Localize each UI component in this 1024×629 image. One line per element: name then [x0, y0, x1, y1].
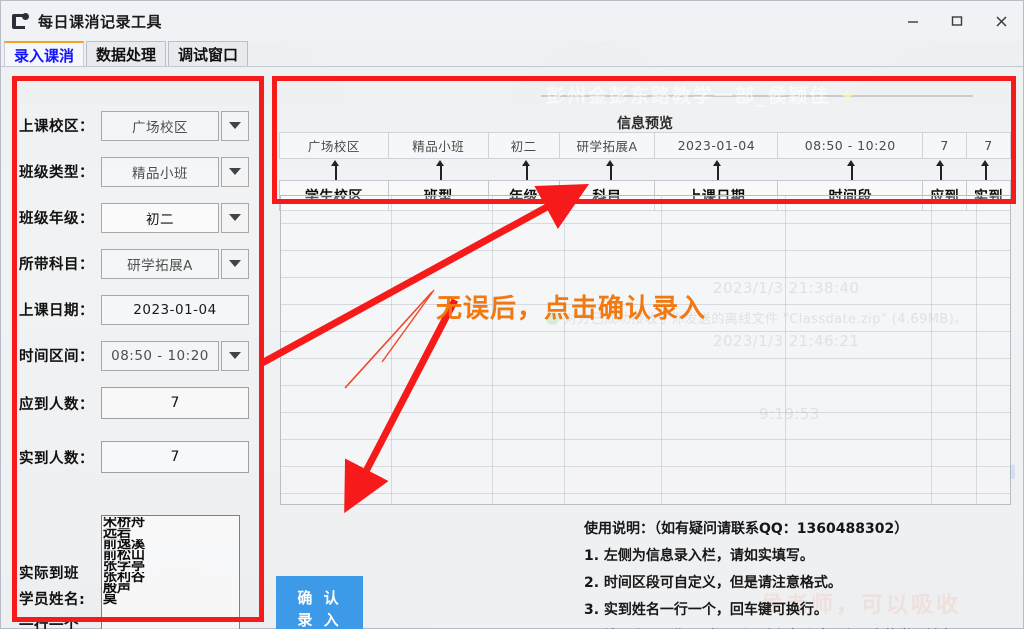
preview-value-row: 广场校区 精品小班 初二 研学拓展A 2023-01-04 08:50 - 10… — [279, 132, 1011, 159]
minimize-icon[interactable] — [891, 1, 935, 41]
close-icon[interactable] — [979, 1, 1023, 41]
data-grid-panel[interactable] — [280, 195, 1011, 505]
chevron-down-icon[interactable] — [221, 202, 249, 233]
label-student-names-line3: 一行一个 — [19, 618, 79, 629]
dropdown-campus[interactable]: 广场校区 — [101, 110, 249, 141]
dropdown-class-type[interactable]: 精品小班 — [101, 156, 249, 187]
label-student-names-line1: 实际到班 — [19, 566, 79, 582]
title-bar: 每日课消记录工具 — [1, 1, 1023, 41]
arrow-up-icon — [605, 160, 616, 180]
arrow-up-icon — [435, 160, 446, 180]
form-row-date: 上课日期： 2023-01-04 — [19, 293, 259, 326]
dropdown-subject[interactable]: 研学拓展A — [101, 248, 249, 279]
preview-cell-subject[interactable]: 研学拓展A — [558, 132, 656, 159]
preview-cell-time[interactable]: 08:50 - 10:20 — [777, 132, 924, 159]
arrow-up-icon — [980, 160, 991, 180]
label-grade: 班级年级： — [19, 211, 94, 227]
screenshot-root: 每日课消记录工具 录入课消 数据处理 调试窗口 彭州金彭东路教学一部_侯颖佳 ★… — [0, 0, 1024, 629]
preview-cell-grade[interactable]: 初二 — [487, 132, 560, 159]
student-name-entry: 张学亭 — [103, 561, 145, 572]
label-student-names: 实际到班 学员姓名: 一行一个 — [19, 515, 101, 629]
dropdown-subject-value: 研学拓展A — [101, 248, 219, 279]
pointer-arrow-group — [280, 160, 1011, 180]
arrow-up-icon — [330, 160, 341, 180]
ghost-scroll-marker: ▐ — [1005, 465, 1015, 479]
arrow-up-icon — [712, 160, 723, 180]
form-row-grade: 班级年级： 初二 — [19, 201, 259, 234]
preview-cell-date[interactable]: 2023-01-04 — [654, 132, 779, 159]
student-name-entry: 张利谷 — [103, 572, 145, 583]
dropdown-grade-value: 初二 — [101, 202, 219, 233]
arrow-up-icon — [521, 160, 532, 180]
arrow-up-icon — [846, 160, 857, 180]
form-row-class-type: 班级类型： 精品小班 — [19, 155, 259, 188]
input-expected-count[interactable]: 7 — [101, 387, 249, 419]
window-title: 每日课消记录工具 — [38, 12, 163, 31]
student-name-entry: 远岩 — [103, 528, 131, 539]
student-name-entry: 前松山 — [103, 550, 145, 561]
confirm-button-line2: 录 入 — [297, 611, 342, 629]
annotation-text: 无误后，点击确认录入 — [436, 294, 707, 324]
label-expected-count: 应到人数： — [19, 396, 94, 413]
instruction-item: 3. 实到姓名一行一个，回车键可换行。 — [584, 602, 828, 618]
preview-cell-classtype[interactable]: 精品小班 — [387, 132, 489, 159]
maximize-icon[interactable] — [935, 1, 979, 41]
tab-tiaoshi-chuangkou[interactable]: 调试窗口 — [168, 41, 249, 67]
form-row-actual: 实到人数： 7 — [19, 439, 259, 475]
student-name-entry: 宋桥舟 — [103, 517, 145, 528]
textarea-student-names[interactable]: 宋桥舟 远岩 前逸溪 前松山 张学亭 张利谷 殷声 莫 — [101, 515, 240, 629]
dropdown-campus-value: 广场校区 — [101, 110, 219, 141]
label-actual-count: 实到人数： — [19, 450, 94, 467]
label-student-names-line2: 学员姓名: — [19, 592, 86, 608]
instruction-item: 1. 左侧为信息录入栏，请如实填写。 — [584, 548, 814, 564]
confirm-button-line1: 确 认 — [297, 589, 342, 607]
instructions-block: 使用说明：（如有疑问请联系QQ：1360488302） 1. 左侧为信息录入栏，… — [584, 516, 1014, 629]
label-campus: 上课校区： — [19, 119, 94, 135]
instruction-item: 2. 时间区段可自定义，但是请注意格式。 — [584, 575, 842, 591]
label-time-range: 时间区间： — [19, 349, 94, 365]
arrow-up-icon — [935, 160, 946, 180]
chevron-down-icon[interactable] — [221, 248, 249, 279]
preview-table: 广场校区 精品小班 初二 研学拓展A 2023-01-04 08:50 - 10… — [279, 132, 1011, 159]
preview-title: 信息预览 — [617, 116, 673, 132]
label-date: 上课日期： — [19, 303, 94, 319]
student-name-entry: 殷声 — [103, 583, 131, 594]
preview-cell-expected[interactable]: 7 — [922, 132, 968, 159]
chevron-down-icon[interactable] — [221, 340, 249, 371]
label-class-type: 班级类型： — [19, 165, 94, 181]
entry-form: 上课校区： 广场校区 班级类型： 精品小班 班级年级： 初二 所带科目： 研学拓… — [19, 109, 259, 493]
book-icon — [12, 12, 29, 30]
form-row-campus: 上课校区： 广场校区 — [19, 109, 259, 142]
tab-luru-kexiao[interactable]: 录入课消 — [4, 41, 85, 67]
preview-cell-campus[interactable]: 广场校区 — [279, 132, 389, 159]
chevron-down-icon[interactable] — [221, 110, 249, 141]
dropdown-class-type-value: 精品小班 — [101, 156, 219, 187]
dropdown-grade[interactable]: 初二 — [101, 202, 249, 233]
student-names-row: 实际到班 学员姓名: 一行一个 宋桥舟 远岩 前逸溪 前松山 张学亭 张利谷 殷… — [19, 515, 259, 629]
form-row-time-range: 时间区间： 08:50 - 10:20 — [19, 339, 259, 372]
chevron-down-icon[interactable] — [221, 156, 249, 187]
student-name-entry: 前逸溪 — [103, 539, 145, 550]
tab-shuju-chuli[interactable]: 数据处理 — [86, 41, 167, 67]
confirm-submit-button[interactable]: 确 认 录 入 — [276, 576, 363, 629]
student-name-entry: 莫 — [103, 594, 117, 605]
preview-cell-actual[interactable]: 7 — [966, 132, 1011, 159]
dropdown-time-range[interactable]: 08:50 - 10:20 — [101, 340, 249, 371]
window-controls — [891, 1, 1023, 41]
tab-strip: 录入课消 数据处理 调试窗口 — [1, 41, 1023, 67]
instruction-item: 4. 填入上课日期与时间区间后会自动读取上一次的学员姓名。 — [584, 624, 1014, 629]
dropdown-time-range-value: 08:50 - 10:20 — [101, 340, 219, 371]
watermark-rule — [541, 95, 973, 97]
form-row-subject: 所带科目： 研学拓展A — [19, 247, 259, 280]
input-class-date[interactable]: 2023-01-04 — [101, 294, 249, 325]
input-actual-count[interactable]: 7 — [101, 441, 249, 473]
label-subject: 所带科目： — [19, 257, 94, 273]
instructions-heading: 使用说明：（如有疑问请联系QQ：1360488302） — [584, 521, 909, 537]
window-body: 彭州金彭东路教学一部_侯颖佳 ★ 上课校区： 广场校区 班级类型： 精品小班 班… — [1, 67, 1023, 629]
form-row-expected: 应到人数： 7 — [19, 385, 259, 421]
